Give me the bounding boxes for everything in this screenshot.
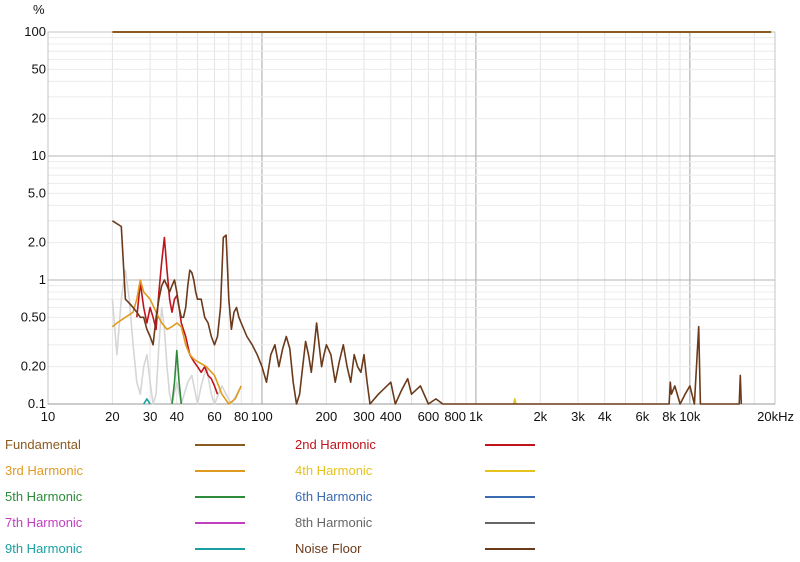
y-tick-label: 10 bbox=[32, 148, 46, 163]
x-tick-label: 200 bbox=[316, 409, 338, 424]
axis-labels: % 1005020105.02.010.500.200.110 20 30 40 60 8… bbox=[21, 2, 794, 424]
legend-label: 6th Harmonic bbox=[295, 489, 373, 504]
x-tick-label: 100 bbox=[251, 409, 273, 424]
grid-lines bbox=[47, 31, 776, 405]
y-axis-label: % bbox=[33, 2, 45, 17]
x-tick-label: 40 bbox=[170, 409, 184, 424]
legend-swatch bbox=[485, 522, 535, 524]
legend-item-4th-harmonic: 4th Harmonic bbox=[0, 462, 800, 480]
x-tick-label: 60 bbox=[207, 409, 221, 424]
x-tick-label: 10 bbox=[41, 409, 55, 424]
x-tick-label: 800 bbox=[444, 409, 466, 424]
x-tick-label: 30 bbox=[143, 409, 157, 424]
legend-swatch bbox=[485, 444, 535, 446]
legend-label: 8th Harmonic bbox=[295, 515, 373, 530]
x-tick-label: 2k bbox=[533, 409, 547, 424]
series-line-noise-floor bbox=[111, 220, 743, 405]
legend-swatch bbox=[485, 548, 535, 550]
x-tick-label: 80 bbox=[234, 409, 248, 424]
x-tick-label: 20kHz bbox=[757, 409, 794, 424]
x-tick-label: 8k bbox=[662, 409, 676, 424]
y-tick-label: 5.0 bbox=[28, 185, 46, 200]
legend-label: 4th Harmonic bbox=[295, 463, 373, 478]
x-tick-label: 300 bbox=[353, 409, 375, 424]
legend-item-2nd-harmonic: 2nd Harmonic bbox=[0, 436, 800, 454]
x-tick-label: 600 bbox=[418, 409, 440, 424]
x-tick-label: 4k bbox=[598, 409, 612, 424]
y-tick-label: 0.20 bbox=[21, 359, 46, 374]
legend-item-noise-floor: Noise Floor bbox=[0, 540, 800, 558]
legend: Fundamental 2nd Harmonic 3rd Harmonic 4th H… bbox=[0, 430, 800, 562]
series-line-9th-harmonic bbox=[143, 398, 151, 405]
x-tick-label: 6k bbox=[636, 409, 650, 424]
x-tick-label: 400 bbox=[380, 409, 402, 424]
y-tick-label: 100 bbox=[24, 24, 46, 39]
x-tick-label: 10k bbox=[679, 409, 700, 424]
legend-label: Noise Floor bbox=[295, 541, 362, 556]
x-tick-label: 1k bbox=[469, 409, 483, 424]
y-tick-label: 1 bbox=[39, 272, 46, 287]
legend-swatch bbox=[485, 470, 535, 472]
distortion-chart: % 1005020105.02.010.500.200.110 20 30 40 60 8… bbox=[21, 2, 794, 424]
y-tick-label: 50 bbox=[32, 61, 46, 76]
legend-item-8th-harmonic: 8th Harmonic bbox=[0, 514, 800, 532]
legend-item-6th-harmonic: 6th Harmonic bbox=[0, 488, 800, 506]
y-tick-label: 0.50 bbox=[21, 309, 46, 324]
y-tick-label: 2.0 bbox=[28, 235, 46, 250]
x-tick-label: 20 bbox=[105, 409, 119, 424]
legend-label: 2nd Harmonic bbox=[295, 437, 376, 452]
legend-swatch bbox=[485, 496, 535, 498]
x-tick-label: 3k bbox=[571, 409, 585, 424]
series-layer bbox=[111, 31, 772, 405]
y-tick-label: 20 bbox=[32, 111, 46, 126]
